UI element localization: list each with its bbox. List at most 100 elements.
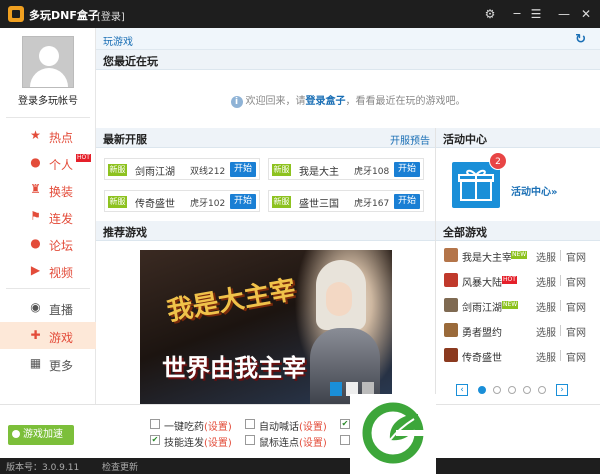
main-content: 玩游戏 ↻ 您最近在玩 i 欢迎回来，请登录盒子，看看最近在玩的游戏吧。 最新开服… — [96, 28, 600, 404]
recent-message: i 欢迎回来，请登录盒子，看看最近在玩的游戏吧。 — [96, 92, 600, 108]
activity-center-link[interactable]: 活动中心» — [511, 183, 557, 198]
banner-indicator[interactable] — [330, 382, 342, 396]
app-window: 多玩DNF盒子 [登录] ⚙ ‒ ☰ — ✕ 登录多玩帐号 ★ 热点 ● 个人 HOT… — [0, 0, 600, 474]
sidebar-item-personal[interactable]: ● 个人 HOT — [0, 149, 96, 176]
server-item: 新服 我是大主 虎牙108 开始 — [268, 158, 424, 180]
avatar[interactable] — [22, 36, 74, 88]
login-box-link[interactable]: 登录盒子 — [306, 96, 346, 107]
close-icon[interactable]: ✕ — [578, 6, 594, 22]
game-list-item: 传奇盛世 选服 官网 — [444, 346, 594, 366]
select-server-link[interactable]: 选服 — [536, 249, 556, 264]
status-bar: 版本号：3.0.9.11 检查更新 — [0, 458, 600, 474]
recommend-title: 推荐游戏 — [96, 221, 435, 241]
game-list-pager: ‹ › — [456, 384, 574, 398]
breadcrumb-games[interactable]: 玩游戏 — [103, 33, 133, 48]
server-forecast-link[interactable]: 开服预告 — [390, 132, 430, 147]
login-link[interactable]: [登录] — [97, 8, 125, 23]
account-login-label[interactable]: 登录多玩帐号 — [0, 92, 96, 107]
divider — [6, 117, 90, 118]
minimize-icon[interactable]: ‒ — [509, 6, 525, 22]
menu-icon[interactable]: ☰ — [528, 6, 544, 22]
chevron-left-icon[interactable]: ‹ — [456, 384, 468, 396]
sidebar-item-outfit[interactable]: ♜ 换装 — [0, 176, 96, 203]
server-item: 新服 盛世三国 虎牙167 开始 — [268, 190, 424, 212]
checkbox[interactable] — [245, 419, 255, 429]
divider — [435, 128, 436, 404]
leaf-logo-icon — [350, 394, 436, 474]
live-icon: ◉ — [30, 300, 41, 314]
game-icon — [444, 273, 458, 287]
start-button[interactable]: 开始 — [230, 162, 256, 177]
sidebar-item-rapid-fire[interactable]: ⚑ 连发 — [0, 203, 96, 230]
game-list-item: 勇者盟约 选服 官网 — [444, 321, 594, 341]
game-banner[interactable]: 我是大主宰 世界由我主宰 — [140, 250, 392, 404]
clothes-icon: ♜ — [30, 182, 41, 196]
select-server-link[interactable]: 选服 — [536, 299, 556, 314]
checkbox[interactable]: ✔ — [150, 435, 160, 445]
checkbox[interactable]: ✔ — [340, 419, 350, 429]
page-dot[interactable] — [493, 386, 501, 394]
gamepad-icon: ✚ — [30, 328, 41, 342]
activity-count-badge: 2 — [489, 152, 507, 170]
sidebar-item-live[interactable]: ◉ 直播 — [0, 294, 96, 321]
star-icon: ★ — [30, 128, 41, 142]
select-server-link[interactable]: 选服 — [536, 324, 556, 339]
game-list-item: 剑雨江湖 NEW 选服 官网 — [444, 296, 594, 316]
new-servers-title: 最新开服 — [96, 128, 435, 148]
title-bar: 多玩DNF盒子 [登录] ⚙ ‒ ☰ — ✕ — [0, 0, 600, 28]
sidebar-item-video[interactable]: ▶ 视频 — [0, 257, 96, 284]
game-icon — [444, 248, 458, 262]
game-list-item: 风暴大陆 HOT 选服 官网 — [444, 271, 594, 291]
breadcrumb: 玩游戏 ↻ — [96, 28, 600, 50]
official-site-link[interactable]: 官网 — [566, 349, 586, 364]
server-item: 新服 传奇盛世 虎牙102 开始 — [104, 190, 260, 212]
select-server-link[interactable]: 选服 — [536, 349, 556, 364]
forum-icon: ● — [30, 236, 41, 250]
divider — [6, 288, 90, 289]
minimize-window-icon[interactable]: — — [556, 6, 572, 22]
all-games-title: 全部游戏 — [436, 221, 600, 241]
start-button[interactable]: 开始 — [230, 194, 256, 209]
select-server-link[interactable]: 选服 — [536, 274, 556, 289]
sidebar-item-more[interactable]: ▦ 更多 — [0, 350, 96, 377]
version-label: 版本号：3.0.9.11 — [6, 463, 80, 473]
official-site-link[interactable]: 官网 — [566, 274, 586, 289]
banner-slogan: 世界由我主宰 — [162, 354, 306, 382]
page-dot[interactable] — [538, 386, 546, 394]
hot-badge: HOT — [76, 154, 91, 162]
sidebar-item-forum[interactable]: ● 论坛 — [0, 230, 96, 257]
game-icon — [444, 298, 458, 312]
banner-logo: 我是大主宰 — [164, 274, 299, 328]
sidebar-item-hot[interactable]: ★ 热点 — [0, 122, 96, 149]
more-icon: ▦ — [29, 356, 42, 370]
page-dot[interactable] — [478, 386, 486, 394]
start-button[interactable]: 开始 — [394, 194, 420, 209]
page-dot[interactable] — [523, 386, 531, 394]
start-button[interactable]: 开始 — [394, 162, 420, 177]
official-site-link[interactable]: 官网 — [566, 249, 586, 264]
checkbox[interactable] — [150, 419, 160, 429]
game-icon — [444, 323, 458, 337]
check-update-link[interactable]: 检查更新 — [102, 460, 138, 473]
official-site-link[interactable]: 官网 — [566, 324, 586, 339]
checkbox[interactable] — [340, 435, 350, 445]
rapid-fire-icon: ⚑ — [30, 209, 41, 223]
official-site-link[interactable]: 官网 — [566, 299, 586, 314]
sidebar-item-games[interactable]: ✚ 游戏 — [0, 322, 96, 349]
bottom-toolbar: 游戏加速 一键吃药(设置) 自动喊话(设置) ✔ 技能连发(设置) 鼠标连点(设置… — [0, 404, 600, 458]
settings-icon[interactable]: ⚙ — [482, 6, 498, 22]
app-title: 多玩DNF盒子 — [29, 9, 99, 22]
recent-section-title: 您最近在玩 — [96, 50, 600, 70]
chevron-right-icon[interactable]: › — [556, 384, 568, 396]
app-logo-icon — [8, 6, 24, 22]
server-item: 新服 剑雨江湖 双线212 开始 — [104, 158, 260, 180]
refresh-icon[interactable]: ↻ — [575, 32, 586, 47]
game-boost-button[interactable]: 游戏加速 — [8, 425, 74, 445]
checkbox[interactable] — [245, 435, 255, 445]
page-dot[interactable] — [508, 386, 516, 394]
game-icon — [444, 348, 458, 362]
video-icon: ▶ — [30, 263, 41, 277]
activity-center-title: 活动中心 — [436, 128, 600, 148]
game-list-item: 我是大主宰 NEW 选服 官网 — [444, 246, 594, 266]
person-icon: ● — [30, 155, 41, 169]
